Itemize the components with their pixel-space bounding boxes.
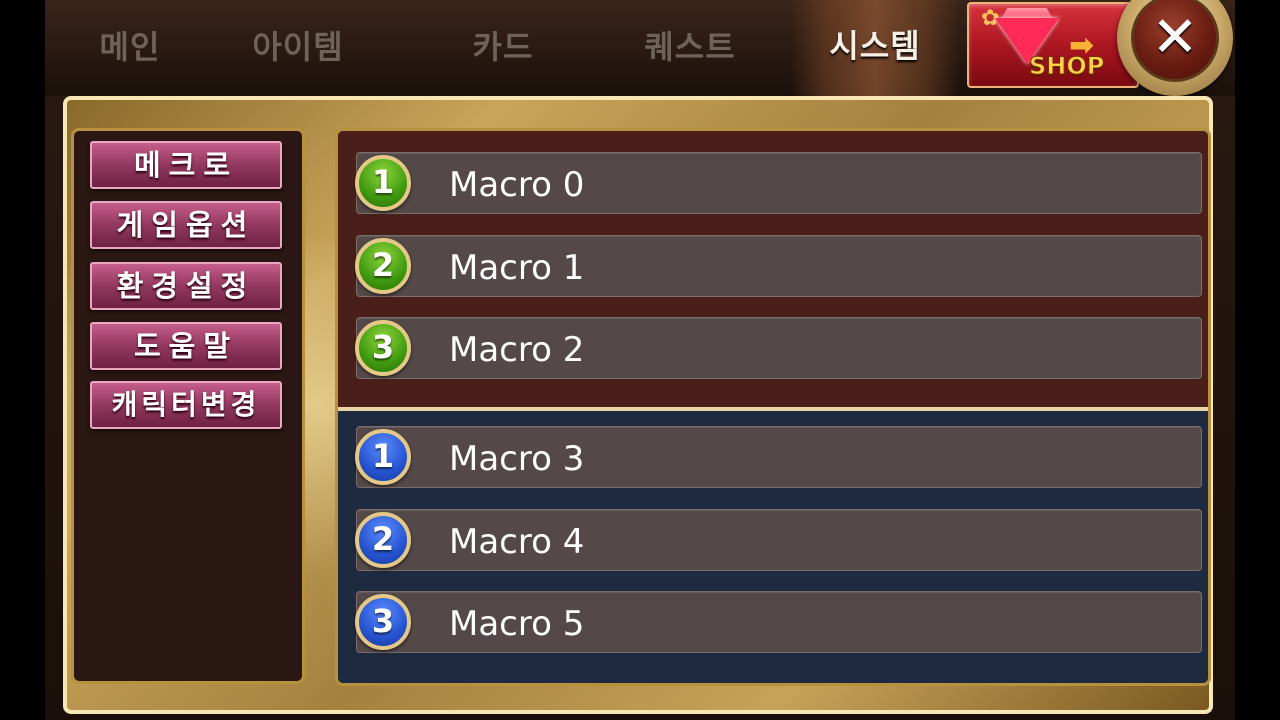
macro-label: Macro 2	[449, 330, 585, 370]
macro-list-container: 1 Macro 0 2 Macro 1 3 Macro 2 1 Macro 3	[335, 128, 1211, 686]
close-icon: ✕	[1151, 5, 1199, 70]
macro-slot-3[interactable]: 1 Macro 3	[355, 426, 1202, 488]
number-badge-icon: 1	[355, 429, 411, 485]
sidebar-item-game-options[interactable]: 게임옵션	[90, 201, 282, 249]
shop-button[interactable]: ✿ ➡ SHOP	[967, 2, 1139, 88]
sidebar-item-macro[interactable]: 메크로	[90, 141, 282, 189]
number-badge-icon: 2	[355, 238, 411, 294]
macro-slot-0[interactable]: 1 Macro 0	[355, 152, 1202, 214]
shop-label: SHOP	[1028, 52, 1105, 81]
tab-quests[interactable]: 퀘스트	[605, 22, 775, 72]
macro-label: Macro 4	[449, 522, 585, 562]
number-badge-icon: 3	[355, 320, 411, 376]
close-button-face: ✕	[1131, 0, 1219, 82]
macro-slot-1[interactable]: 2 Macro 1	[355, 235, 1202, 297]
number-badge-icon: 3	[355, 594, 411, 650]
macro-slot-2[interactable]: 3 Macro 2	[355, 317, 1202, 379]
top-tab-bar: 메인 아이템 카드 퀘스트 시스템 ✿ ➡ SHOP ✕	[45, 0, 1235, 96]
macro-group-2: 1 Macro 3 2 Macro 4 3 Macro 5	[338, 411, 1208, 683]
game-window: 메인 아이템 카드 퀘스트 시스템 ✿ ➡ SHOP ✕ 메크로 게임옵션 환경…	[45, 0, 1235, 720]
sidebar-item-help[interactable]: 도움말	[90, 322, 282, 370]
system-sidebar: 메크로 게임옵션 환경설정 도움말 캐릭터변경	[71, 128, 305, 684]
tab-items[interactable]: 아이템	[213, 22, 383, 72]
tab-cards[interactable]: 카드	[418, 22, 588, 72]
macro-label: Macro 0	[449, 165, 585, 205]
macro-group-1: 1 Macro 0 2 Macro 1 3 Macro 2	[338, 131, 1208, 407]
macro-label: Macro 5	[449, 604, 585, 644]
system-panel: 메크로 게임옵션 환경설정 도움말 캐릭터변경 1 Macro 0 2 Macr…	[63, 96, 1213, 714]
macro-slot-4[interactable]: 2 Macro 4	[355, 509, 1202, 571]
tab-system[interactable]: 시스템	[790, 0, 960, 96]
tab-main[interactable]: 메인	[45, 22, 215, 72]
number-badge-icon: 1	[355, 155, 411, 211]
sidebar-item-settings[interactable]: 환경설정	[90, 262, 282, 310]
macro-label: Macro 3	[449, 439, 585, 479]
macro-slot-5[interactable]: 3 Macro 5	[355, 591, 1202, 653]
number-badge-icon: 2	[355, 512, 411, 568]
sidebar-item-change-character[interactable]: 캐릭터변경	[90, 381, 282, 429]
macro-label: Macro 1	[449, 248, 585, 288]
